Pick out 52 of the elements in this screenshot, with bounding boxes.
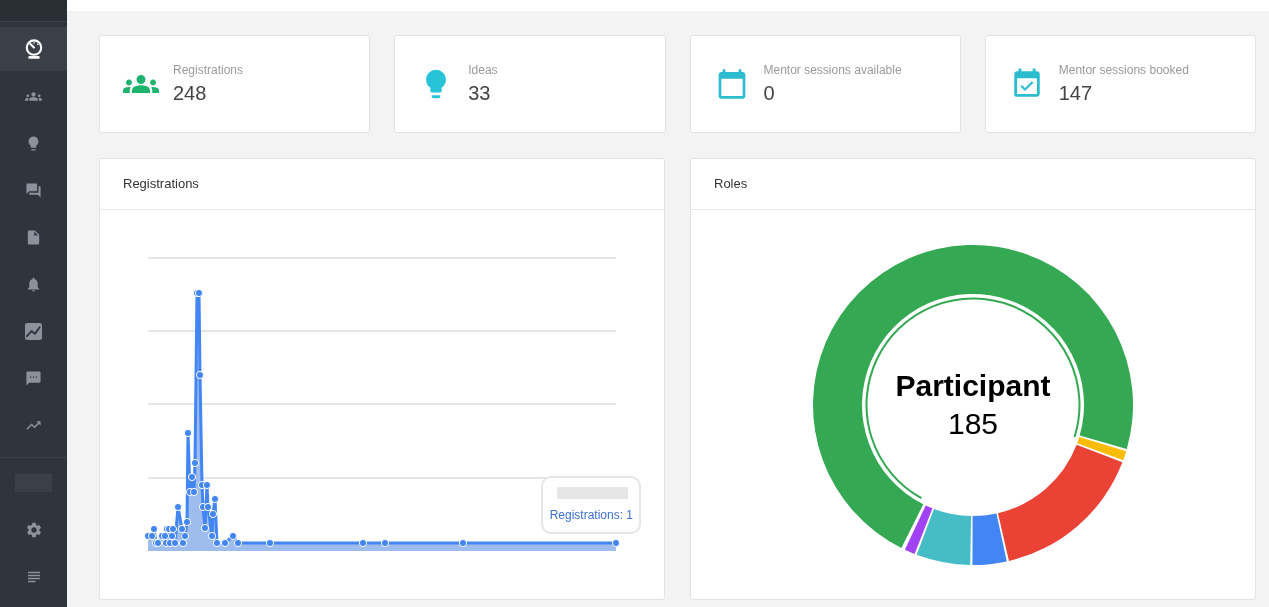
center-label: Participant <box>895 368 1051 403</box>
stat-label: Ideas <box>468 62 498 78</box>
data-point <box>190 458 200 468</box>
data-point <box>168 524 178 534</box>
stat-label: Mentor sessions available <box>763 62 902 78</box>
sidebar-item[interactable] <box>0 27 67 71</box>
data-point <box>183 428 193 438</box>
data-point <box>173 502 183 512</box>
line-chart-icon <box>25 322 42 340</box>
stat-label: Registrations <box>173 62 244 78</box>
data-point <box>380 538 390 548</box>
data-point <box>208 509 218 519</box>
data-point <box>200 523 210 533</box>
data-point <box>170 538 180 548</box>
data-point <box>189 487 199 497</box>
data-point <box>195 370 205 380</box>
card-title: Roles <box>714 175 748 194</box>
data-point <box>220 538 230 548</box>
data-point <box>228 531 238 541</box>
stat-value: 0 <box>763 81 776 106</box>
stat-value: 248 <box>173 81 208 106</box>
data-point <box>202 480 212 490</box>
data-point <box>210 494 220 504</box>
center-value: 185 <box>947 406 999 441</box>
stat-label: Mentor sessions booked <box>1058 62 1189 78</box>
data-point <box>265 538 275 548</box>
data-point <box>177 524 187 534</box>
data-point <box>182 517 192 527</box>
data-point <box>233 538 243 548</box>
data-point <box>187 472 197 482</box>
tooltip-text: Registrations: 1 <box>549 508 633 522</box>
card-title: Registrations <box>123 175 199 194</box>
gauge-icon <box>24 39 43 59</box>
data-point <box>180 531 190 541</box>
bell-icon <box>25 275 42 293</box>
settings-icon <box>24 521 43 539</box>
data-point <box>212 538 222 548</box>
chat-bubbles-icon <box>25 181 42 199</box>
data-point <box>458 538 468 548</box>
data-point <box>611 538 621 548</box>
data-point <box>147 531 157 541</box>
data-point <box>149 524 159 534</box>
stat-value: 147 <box>1058 81 1094 106</box>
stat-value: 33 <box>468 81 492 106</box>
data-point <box>203 502 213 512</box>
data-point <box>207 531 217 541</box>
blurred-label <box>557 487 628 499</box>
file-icon <box>25 228 42 246</box>
chat-dots-icon <box>25 369 42 387</box>
data-point <box>178 538 188 548</box>
data-point <box>358 538 368 548</box>
data-point <box>167 531 177 541</box>
